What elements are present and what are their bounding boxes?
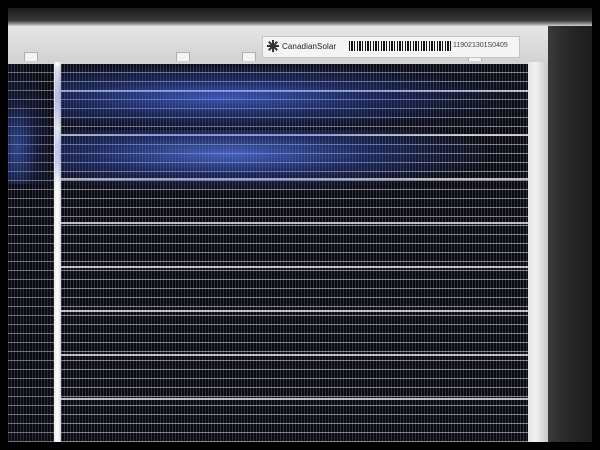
frame-tab bbox=[176, 52, 190, 61]
blue-reflection-lower bbox=[55, 130, 485, 190]
right-dark-frame bbox=[548, 8, 592, 442]
barcode-icon bbox=[349, 41, 451, 51]
top-shadow bbox=[8, 8, 592, 26]
frame-tab bbox=[24, 52, 38, 61]
brand-block: CanadianSolar bbox=[267, 40, 336, 52]
frame-tab bbox=[242, 52, 256, 61]
serial-number: 119021301S0405 bbox=[453, 42, 508, 49]
blue-reflection-upper bbox=[55, 66, 530, 136]
product-label-sticker: CanadianSolar 119021301S0405 bbox=[262, 36, 520, 58]
solar-panel-photo: CanadianSolar 119021301S0405 bbox=[0, 0, 600, 450]
panel-right-edge bbox=[528, 62, 548, 442]
brand-name: CanadianSolar bbox=[282, 41, 337, 51]
canadian-solar-logo-icon bbox=[267, 40, 279, 52]
left-column-reflection bbox=[8, 64, 54, 184]
